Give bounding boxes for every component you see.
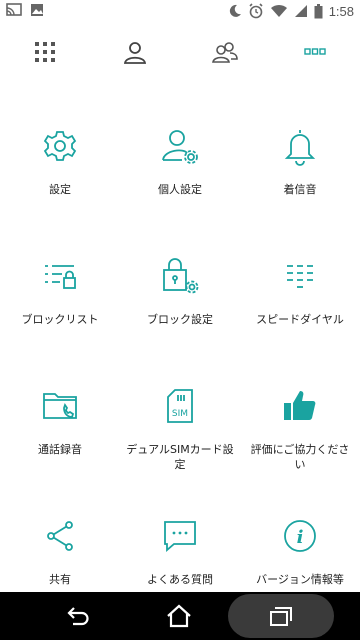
menu-item-label: 共有 — [49, 573, 71, 586]
dialpad-grid-icon — [34, 41, 56, 63]
menu-item-label: 着信音 — [283, 183, 317, 196]
svg-text:i: i — [297, 527, 304, 548]
person-icon — [123, 40, 147, 64]
moon-icon — [228, 4, 242, 18]
speed-dial-icon — [280, 256, 320, 296]
recent-apps-icon — [269, 605, 293, 627]
recent-apps-button[interactable] — [236, 592, 326, 640]
menu-item-label: 個人設定 — [158, 183, 202, 196]
home-icon — [166, 604, 192, 628]
image-icon — [30, 3, 44, 17]
menu-item-version-info[interactable]: i バージョン情報等 — [240, 480, 360, 610]
tab-groups[interactable] — [180, 28, 270, 76]
tab-bar — [0, 28, 360, 76]
menu-item-label: デュアルSIMカード設定 — [126, 443, 234, 471]
status-bar: 1:58 — [0, 0, 360, 24]
info-icon: i — [280, 516, 320, 556]
menu-item-rate-app[interactable]: 評価にご協力ください — [240, 350, 360, 480]
sim-card-icon: SIM — [160, 386, 200, 426]
menu-item-label: よくある質問 — [147, 573, 213, 586]
menu-item-settings[interactable]: 設定 — [0, 90, 120, 220]
tab-more[interactable] — [270, 28, 360, 76]
alarm-icon — [248, 3, 264, 19]
group-icon — [212, 41, 238, 63]
menu-item-speed-dial[interactable]: スピードダイヤル — [240, 220, 360, 350]
block-list-icon — [40, 256, 80, 296]
menu-item-label: スピードダイヤル — [256, 313, 344, 326]
menu-item-label: ブロック設定 — [147, 313, 213, 326]
menu-item-label: ブロックリスト — [21, 313, 99, 326]
menu-item-dual-sim[interactable]: SIM デュアルSIMカード設定 — [120, 350, 240, 480]
tab-contacts[interactable] — [90, 28, 180, 76]
svg-text:SIM: SIM — [172, 409, 188, 419]
menu-item-label: 設定 — [49, 183, 71, 196]
menu-item-block-settings[interactable]: ブロック設定 — [120, 220, 240, 350]
menu-item-call-recording[interactable]: 通話録音 — [0, 350, 120, 480]
call-recording-folder-icon — [40, 386, 80, 426]
menu-item-ringtone[interactable]: 着信音 — [240, 90, 360, 220]
menu-item-label: 評価にご協力ください — [250, 443, 350, 471]
more-dots-icon — [304, 48, 326, 56]
bell-icon — [280, 126, 320, 166]
back-icon — [67, 606, 91, 626]
back-button[interactable] — [34, 592, 124, 640]
status-time: 1:58 — [328, 3, 354, 19]
share-icon — [40, 516, 80, 556]
menu-item-share[interactable]: 共有 — [0, 480, 120, 610]
faq-chat-icon — [160, 516, 200, 556]
gear-icon — [40, 126, 80, 166]
menu-item-label: バージョン情報等 — [256, 573, 344, 586]
wifi-icon — [270, 4, 288, 18]
menu-item-faq[interactable]: よくある質問 — [120, 480, 240, 610]
menu-item-personal-settings[interactable]: 個人設定 — [120, 90, 240, 220]
thumbs-up-icon — [280, 386, 320, 426]
battery-icon — [314, 3, 323, 19]
tab-dialpad[interactable] — [0, 28, 90, 76]
menu-item-label: 通話録音 — [38, 443, 82, 456]
home-button[interactable] — [134, 592, 224, 640]
person-settings-icon — [160, 126, 200, 166]
navigation-bar — [0, 592, 360, 640]
cast-icon — [6, 3, 22, 17]
menu-item-block-list[interactable]: ブロックリスト — [0, 220, 120, 350]
signal-icon — [294, 4, 308, 18]
lock-settings-icon — [160, 256, 200, 296]
